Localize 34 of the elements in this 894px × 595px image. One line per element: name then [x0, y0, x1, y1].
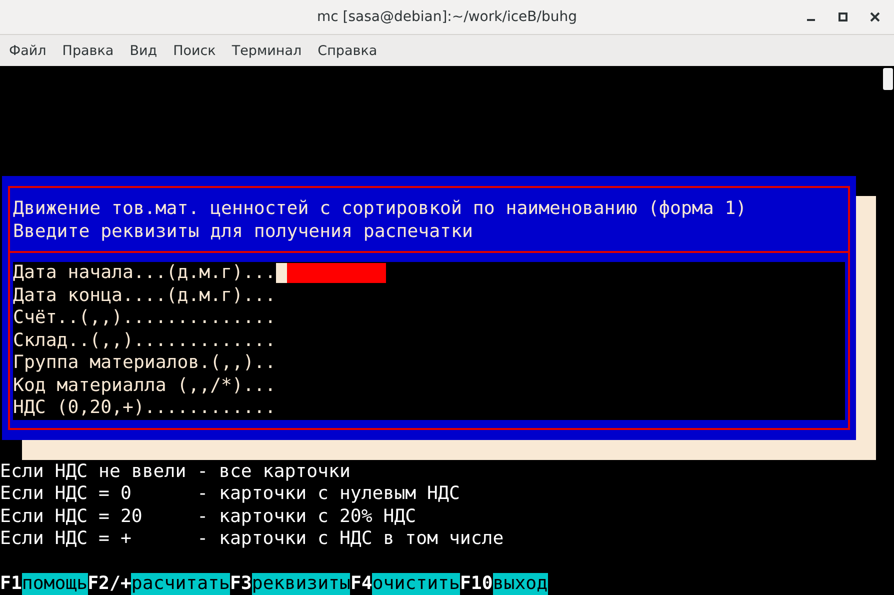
function-key[interactable]: F2/+ — [88, 572, 132, 595]
scrollbar-thumb[interactable] — [883, 68, 893, 90]
function-key-label[interactable]: помощь — [22, 572, 88, 595]
function-key[interactable]: F3 — [230, 572, 252, 595]
menu-item[interactable]: Терминал — [232, 42, 302, 58]
menu-item[interactable]: Поиск — [173, 42, 216, 58]
field-label: Дата начала...(д.м.г)... — [13, 262, 276, 284]
menu-item[interactable]: Вид — [130, 42, 158, 58]
field-label: НДС (0,20,+)............ — [13, 397, 276, 420]
dialog-title: Введите реквизиты для получения распечатки — [13, 220, 474, 243]
window-title: mc [sasa@debian]:~/work/iceB/buhg — [317, 9, 577, 25]
function-key-label[interactable]: очистить — [372, 572, 460, 595]
close-icon[interactable] — [870, 12, 880, 22]
input-field[interactable] — [286, 263, 386, 284]
field-label: Счёт..(,,).............. — [13, 307, 276, 330]
dialog-title: Движение тов.мат. ценностей с сортировкой по наименованию (форма 1) — [13, 198, 748, 220]
function-key[interactable]: F4 — [350, 572, 372, 595]
menu-item[interactable]: Файл — [9, 42, 46, 58]
function-key-label[interactable]: реквизиты — [252, 572, 350, 595]
hint-line: Если НДС = 20 - карточки с 20% НДС — [0, 506, 418, 528]
function-key-label[interactable]: расчитать — [131, 572, 230, 595]
menu-item[interactable]: Правка — [62, 42, 114, 58]
hint-line: Если НДС не ввели - все карточки — [0, 460, 352, 483]
field-label: Группа материалов.(,,).. — [13, 352, 276, 374]
function-key-label[interactable]: выход — [492, 572, 548, 595]
maximize-icon[interactable] — [838, 12, 848, 22]
hint-line: Если НДС = + - карточки с НДС в том числе — [0, 528, 505, 550]
field-label: Склад..(,,)............. — [13, 330, 276, 352]
hint-line: Если НДС = 0 - карточки с нулевым НДС — [0, 483, 461, 506]
function-key[interactable]: F10 — [460, 572, 493, 595]
field-label: Дата конца....(д.м.г)... — [13, 284, 276, 307]
field-label: Код материалла (,,/*)... — [13, 374, 276, 397]
menu-item[interactable]: Справка — [318, 42, 378, 58]
function-key[interactable]: F1 — [0, 572, 22, 595]
